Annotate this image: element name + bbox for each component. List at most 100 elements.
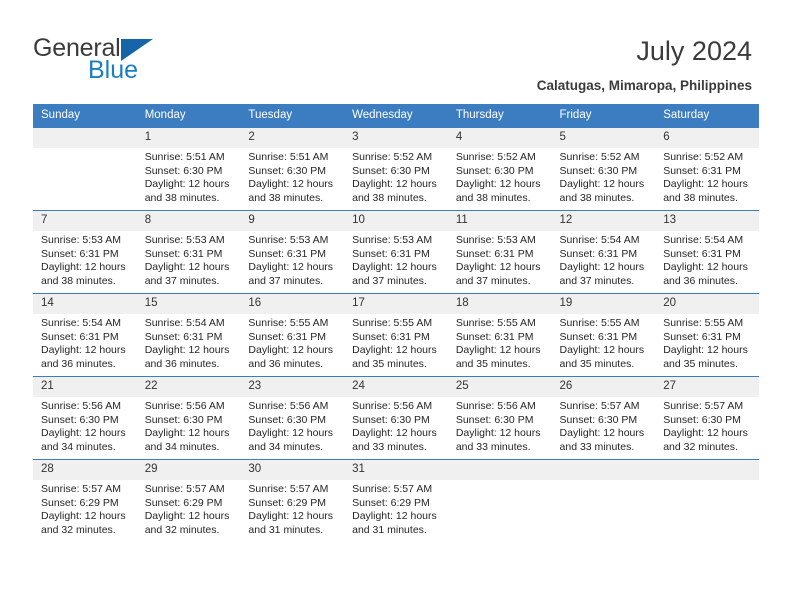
day-info: Sunrise: 5:54 AM Sunset: 6:31 PM Daylight:… [552, 231, 656, 288]
day-number: 14 [33, 294, 137, 314]
sunrise-text: Sunrise: 5:55 AM [455, 317, 536, 329]
sunset-text: Sunset: 6:30 PM [144, 413, 223, 426]
calendar-day-cell[interactable]: 1 Sunrise: 5:51 AM Sunset: 6:30 PM Daylight… [136, 127, 241, 211]
sunset-text: Sunset: 6:30 PM [352, 164, 430, 177]
calendar-day-cell[interactable]: 21 Sunrise: 5:56 AM Sunset: 6:30 PM Dayligh… [33, 376, 137, 460]
calendar-day-cell[interactable]: 10 Sunrise: 5:53 AM Sunset: 6:31 PM Dayligh… [344, 210, 448, 294]
calendar-day-cell[interactable]: 17 Sunrise: 5:55 AM Sunset: 6:31 PM Dayligh… [344, 293, 448, 377]
sunrise-text: Sunrise: 5:57 AM [248, 483, 329, 495]
sunrise-text: Sunrise: 5:52 AM [455, 151, 536, 163]
day-info: Sunrise: 5:53 AM Sunset: 6:31 PM Daylight:… [448, 231, 552, 288]
day-number [447, 460, 552, 480]
daylight-text: Daylight: 12 hours and 37 minutes. [559, 261, 645, 287]
day-number: 4 [447, 128, 552, 148]
daylight-text: Daylight: 12 hours and 35 minutes. [663, 344, 748, 370]
sunrise-text: Sunrise: 5:53 AM [352, 234, 433, 246]
calendar-day-cell[interactable]: 27 Sunrise: 5:57 AM Sunset: 6:30 PM Dayligh… [655, 376, 759, 460]
calendar-day-cell[interactable]: 31 Sunrise: 5:57 AM Sunset: 6:29 PM Dayligh… [344, 459, 448, 542]
calendar-day-cell[interactable]: 14 Sunrise: 5:54 AM Sunset: 6:31 PM Dayligh… [33, 293, 137, 377]
day-number: 16 [240, 294, 345, 314]
day-info: Sunrise: 5:57 AM Sunset: 6:30 PM Daylight:… [655, 397, 759, 454]
sunrise-text: Sunrise: 5:52 AM [559, 151, 640, 163]
general-blue-logo[interactable]: General Blue [33, 34, 233, 86]
calendar-day-cell[interactable]: 15 Sunrise: 5:54 AM Sunset: 6:31 PM Dayligh… [136, 293, 241, 377]
day-number: 27 [655, 377, 759, 397]
day-info: Sunrise: 5:56 AM Sunset: 6:30 PM Daylight:… [33, 397, 137, 454]
calendar-day-cell[interactable]: 24 Sunrise: 5:56 AM Sunset: 6:30 PM Dayligh… [344, 376, 448, 460]
sunset-text: Sunset: 6:31 PM [352, 330, 430, 343]
sunset-text: Sunset: 6:30 PM [41, 413, 119, 426]
calendar-day-cell[interactable]: 2 Sunrise: 5:51 AM Sunset: 6:30 PM Daylight… [240, 127, 345, 211]
calendar-day-cell[interactable]: 7 Sunrise: 5:53 AM Sunset: 6:31 PM Daylight… [33, 210, 137, 294]
calendar-day-cell[interactable]: 28 Sunrise: 5:57 AM Sunset: 6:29 PM Dayligh… [33, 459, 137, 542]
sunset-text: Sunset: 6:31 PM [663, 330, 741, 343]
sunset-text: Sunset: 6:29 PM [248, 496, 327, 509]
sunset-text: Sunset: 6:31 PM [41, 330, 119, 343]
sunset-text: Sunset: 6:31 PM [455, 247, 534, 260]
calendar-day-cell[interactable]: 26 Sunrise: 5:57 AM Sunset: 6:30 PM Dayligh… [551, 376, 656, 460]
calendar-day-cell[interactable]: 19 Sunrise: 5:55 AM Sunset: 6:31 PM Dayligh… [551, 293, 656, 377]
calendar-day-cell[interactable]: 11 Sunrise: 5:53 AM Sunset: 6:31 PM Dayligh… [447, 210, 552, 294]
calendar-day-cell[interactable]: 6 Sunrise: 5:52 AM Sunset: 6:31 PM Daylight… [655, 127, 759, 211]
calendar-grid: Sunday Monday Tuesday Wednesday Thursday… [33, 104, 759, 542]
sunset-text: Sunset: 6:30 PM [663, 413, 741, 426]
day-info: Sunrise: 5:53 AM Sunset: 6:31 PM Daylight:… [137, 231, 241, 288]
calendar-day-cell[interactable]: 16 Sunrise: 5:55 AM Sunset: 6:31 PM Dayligh… [240, 293, 345, 377]
daylight-text: Daylight: 12 hours and 34 minutes. [144, 427, 230, 453]
calendar-day-cell[interactable]: 25 Sunrise: 5:56 AM Sunset: 6:30 PM Dayligh… [447, 376, 552, 460]
day-number: 17 [344, 294, 448, 314]
sunset-text: Sunset: 6:31 PM [559, 330, 638, 343]
weekday-header-monday: Monday [136, 104, 241, 128]
day-number: 23 [240, 377, 345, 397]
day-number [655, 460, 759, 480]
calendar-day-cell[interactable]: 9 Sunrise: 5:53 AM Sunset: 6:31 PM Daylight… [240, 210, 345, 294]
day-info: Sunrise: 5:54 AM Sunset: 6:31 PM Daylight:… [655, 231, 759, 288]
day-info: Sunrise: 5:57 AM Sunset: 6:29 PM Daylight:… [137, 480, 241, 537]
sunrise-text: Sunrise: 5:57 AM [144, 483, 225, 495]
calendar-page: General Blue July 2024 Calatugas, Mimaro… [0, 0, 792, 612]
calendar-day-cell[interactable]: 8 Sunrise: 5:53 AM Sunset: 6:31 PM Daylight… [136, 210, 241, 294]
sunrise-text: Sunrise: 5:54 AM [144, 317, 225, 329]
day-number: 8 [136, 211, 241, 231]
day-info: Sunrise: 5:56 AM Sunset: 6:30 PM Daylight:… [137, 397, 241, 454]
calendar-day-cell[interactable]: 4 Sunrise: 5:52 AM Sunset: 6:30 PM Daylight… [447, 127, 552, 211]
daylight-text: Daylight: 12 hours and 38 minutes. [352, 178, 437, 204]
sunrise-text: Sunrise: 5:53 AM [248, 234, 329, 246]
calendar-day-cell[interactable]: 18 Sunrise: 5:55 AM Sunset: 6:31 PM Dayligh… [447, 293, 552, 377]
day-info: Sunrise: 5:57 AM Sunset: 6:29 PM Daylight:… [344, 480, 448, 537]
day-info: Sunrise: 5:54 AM Sunset: 6:31 PM Daylight:… [33, 314, 137, 371]
daylight-text: Daylight: 12 hours and 34 minutes. [248, 427, 334, 453]
sunrise-text: Sunrise: 5:56 AM [248, 400, 329, 412]
calendar-day-cell[interactable]: 3 Sunrise: 5:52 AM Sunset: 6:30 PM Daylight… [344, 127, 448, 211]
calendar-day-cell[interactable]: 20 Sunrise: 5:55 AM Sunset: 6:31 PM Dayligh… [655, 293, 759, 377]
daylight-text: Daylight: 12 hours and 37 minutes. [248, 261, 334, 287]
calendar-day-cell[interactable]: 12 Sunrise: 5:54 AM Sunset: 6:31 PM Dayligh… [551, 210, 656, 294]
calendar-day-cell[interactable]: 29 Sunrise: 5:57 AM Sunset: 6:29 PM Dayligh… [136, 459, 241, 542]
daylight-text: Daylight: 12 hours and 33 minutes. [559, 427, 645, 453]
day-number: 28 [33, 460, 137, 480]
sunset-text: Sunset: 6:31 PM [663, 164, 741, 177]
day-number: 18 [447, 294, 552, 314]
daylight-text: Daylight: 12 hours and 32 minutes. [663, 427, 748, 453]
sunset-text: Sunset: 6:30 PM [352, 413, 430, 426]
day-number: 12 [551, 211, 656, 231]
calendar-week-row: 28 Sunrise: 5:57 AM Sunset: 6:29 PM Dayligh… [33, 459, 759, 542]
day-number: 2 [240, 128, 345, 148]
calendar-day-cell[interactable]: 22 Sunrise: 5:56 AM Sunset: 6:30 PM Dayligh… [136, 376, 241, 460]
calendar-day-cell[interactable]: 5 Sunrise: 5:52 AM Sunset: 6:30 PM Daylight… [551, 127, 656, 211]
sunrise-text: Sunrise: 5:57 AM [663, 400, 744, 412]
calendar-day-cell[interactable]: 30 Sunrise: 5:57 AM Sunset: 6:29 PM Dayligh… [240, 459, 345, 542]
location-subtitle: Calatugas, Mimaropa, Philippines [536, 78, 752, 93]
sunset-text: Sunset: 6:31 PM [559, 247, 638, 260]
sunrise-text: Sunrise: 5:53 AM [455, 234, 536, 246]
day-number: 3 [344, 128, 448, 148]
sunrise-text: Sunrise: 5:55 AM [663, 317, 744, 329]
daylight-text: Daylight: 12 hours and 37 minutes. [352, 261, 437, 287]
calendar-cell-empty [551, 459, 656, 542]
calendar-day-cell[interactable]: 13 Sunrise: 5:54 AM Sunset: 6:31 PM Dayligh… [655, 210, 759, 294]
sunrise-text: Sunrise: 5:56 AM [144, 400, 225, 412]
day-number: 29 [136, 460, 241, 480]
calendar-day-cell[interactable]: 23 Sunrise: 5:56 AM Sunset: 6:30 PM Dayligh… [240, 376, 345, 460]
sunrise-text: Sunrise: 5:52 AM [663, 151, 744, 163]
day-info: Sunrise: 5:51 AM Sunset: 6:30 PM Daylight:… [240, 148, 344, 205]
